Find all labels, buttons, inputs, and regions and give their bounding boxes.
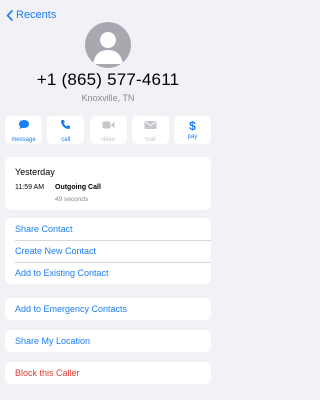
back-button[interactable]: Recents <box>6 9 56 21</box>
video-action-label: video <box>100 137 116 143</box>
back-label: Recents <box>16 9 57 21</box>
block-group: Block this Caller <box>5 362 211 384</box>
envelope-icon <box>144 117 157 135</box>
create-new-contact-button[interactable]: Create New Contact <box>5 240 211 262</box>
share-my-location-button[interactable]: Share My Location <box>5 330 211 352</box>
call-action-label: call <box>61 137 71 143</box>
phone-icon <box>60 117 71 135</box>
chevron-left-icon <box>6 9 13 21</box>
block-caller-button[interactable]: Block this Caller <box>5 362 211 384</box>
phone-number: +1 (865) 577-4611 <box>36 70 180 89</box>
call-duration: 49 seconds <box>55 196 89 203</box>
caller-location: Knoxville, TN <box>81 93 135 103</box>
call-history-day: Yesterday <box>15 167 55 177</box>
video-camera-icon <box>102 117 115 135</box>
call-type: Outgoing Call <box>55 184 101 191</box>
dollar-sign-icon: $ <box>189 119 196 133</box>
person-silhouette-icon <box>93 32 123 64</box>
mail-action-label: mail <box>144 137 156 143</box>
mail-action-button[interactable]: mail <box>131 116 169 144</box>
add-to-existing-contact-button[interactable]: Add to Existing Contact <box>5 262 211 284</box>
message-bubble-icon <box>18 117 30 135</box>
pay-action-button[interactable]: $ pay <box>174 116 211 144</box>
share-contact-button[interactable]: Share Contact <box>5 218 211 240</box>
call-time: 11:59 AM <box>15 184 45 191</box>
message-action-label: message <box>11 137 36 143</box>
contact-avatar <box>85 22 131 68</box>
add-to-emergency-contacts-button[interactable]: Add to Emergency Contacts <box>5 298 211 320</box>
contact-options-group: Share Contact Create New Contact Add to … <box>5 218 211 284</box>
emergency-group: Add to Emergency Contacts <box>5 298 211 320</box>
location-group: Share My Location <box>5 330 211 352</box>
message-action-button[interactable]: message <box>5 116 42 144</box>
quick-actions: message call video mail $ pay <box>5 116 211 144</box>
call-history-card: Yesterday 11:59 AM Outgoing Call 49 seco… <box>5 157 211 210</box>
pay-action-label: pay <box>187 134 198 140</box>
video-action-button[interactable]: video <box>89 116 127 144</box>
call-action-button[interactable]: call <box>47 116 85 144</box>
